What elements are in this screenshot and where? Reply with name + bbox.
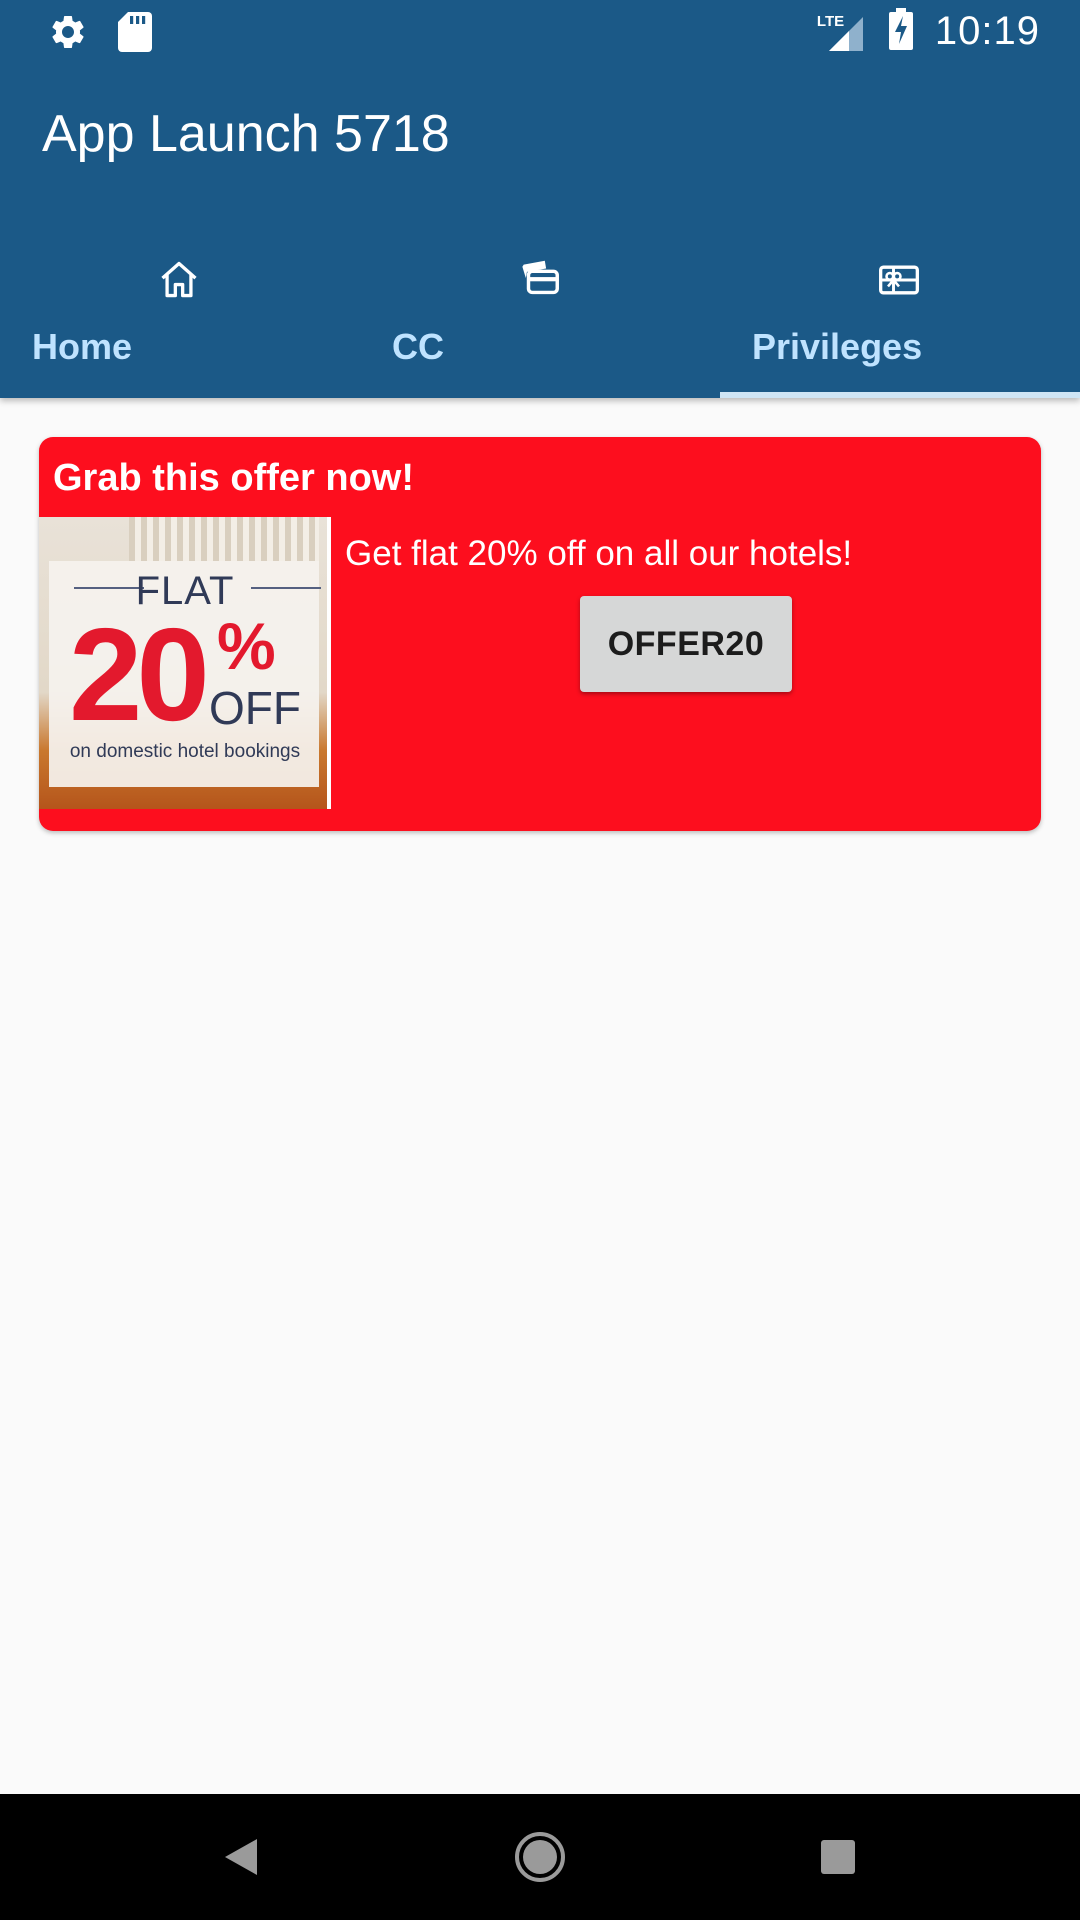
offer-image: FLAT 20 % OFF on domestic hotel bookings — [39, 517, 331, 809]
offer-card[interactable]: Grab this offer now! FLAT 20 % OFF on do… — [39, 437, 1041, 831]
settings-icon — [48, 12, 88, 57]
lte-signal-icon: LTE — [817, 11, 867, 53]
home-circle-icon[interactable] — [510, 1827, 570, 1887]
app-title: App Launch 5718 — [42, 105, 450, 163]
offer-image-percent-number: 20 — [69, 601, 210, 748]
tab-privileges-label: Privileges — [752, 326, 923, 367]
status-bar-left — [48, 12, 152, 57]
gift-card-icon — [877, 258, 921, 307]
offer-image-curtain — [129, 517, 319, 561]
tab-home-label: Home — [32, 326, 133, 367]
offer-image-off-text: OFF — [209, 682, 301, 734]
tab-home[interactable]: Home — [0, 230, 360, 398]
tab-privileges[interactable]: Privileges — [720, 230, 1080, 398]
offer-image-caption: on domestic hotel bookings — [69, 741, 301, 762]
tab-cc-label: CC — [392, 326, 444, 367]
home-icon — [157, 258, 201, 307]
battery-charging-icon — [888, 8, 913, 55]
credit-cards-icon — [517, 256, 563, 307]
tab-cc[interactable]: CC — [360, 230, 720, 398]
offer-image-percent-sign: % — [217, 609, 276, 683]
offer-image-edge — [327, 517, 331, 809]
offer-card-title: Grab this offer now! — [53, 457, 414, 499]
offer-description: Get flat 20% off on all our hotels! — [345, 534, 853, 573]
back-icon[interactable] — [211, 1827, 271, 1887]
screen: LTE 10:19 App Launch 5718 Home CC Privil… — [0, 0, 1080, 1920]
status-time: 10:19 — [934, 9, 1040, 53]
navigation-bar — [0, 1794, 1080, 1920]
tab-bar: Home CC Privileges — [0, 230, 1080, 398]
status-bar-right: LTE 10:19 — [817, 8, 1040, 55]
offer-code-button[interactable]: OFFER20 — [580, 596, 792, 692]
app-header: LTE 10:19 App Launch 5718 Home CC Privil… — [0, 0, 1080, 398]
selected-tab-indicator — [720, 392, 1080, 398]
status-bar: LTE 10:19 — [0, 0, 1080, 63]
network-label: LTE — [816, 12, 845, 30]
sd-card-icon — [118, 12, 152, 57]
recents-icon[interactable] — [808, 1827, 868, 1887]
